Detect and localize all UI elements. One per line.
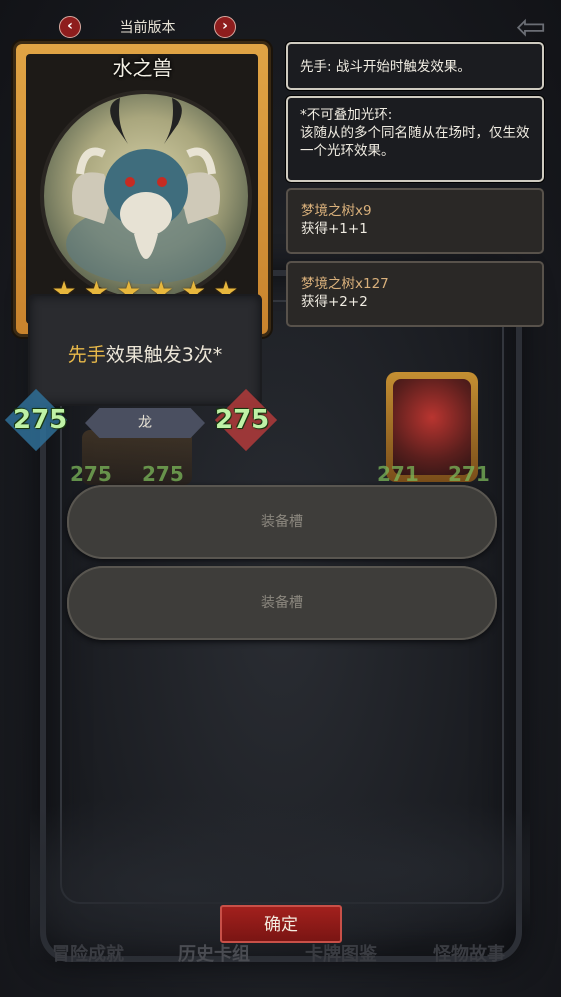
- tab-monster-stories[interactable]: 怪物故事: [433, 940, 505, 966]
- tribe-badge: 龙: [85, 408, 205, 438]
- tab-history-decks[interactable]: 历史卡组: [178, 940, 250, 966]
- version-title: 当前版本: [119, 20, 176, 36]
- aura-tooltip: *不可叠加光环: 该随从的多个同名随从在场时，仅生效一个光环效果。: [286, 96, 544, 182]
- clown-portrait: [393, 379, 471, 475]
- tree-bonus-name: 梦境之树x127: [301, 276, 389, 292]
- card-name: 水之兽: [112, 56, 173, 80]
- dragon-portrait: [40, 90, 252, 302]
- tree-bonus-effect: 获得+1+1: [301, 221, 368, 237]
- keyword-tooltip-text: 先手: 战斗开始时触发效果。: [300, 59, 471, 75]
- tree-bonus-item: 梦境之树x9 获得+1+1: [286, 188, 544, 254]
- attack-value: 275: [13, 405, 68, 435]
- tree-bonus-effect: 获得+2+2: [301, 294, 368, 310]
- aura-description: 该随从的多个同名随从在场时，仅生效一个光环效果。: [300, 125, 530, 159]
- equipment-slot-2[interactable]: 装备槽: [67, 566, 497, 640]
- tree-bonus-item: 梦境之树x127 获得+2+2: [286, 261, 544, 327]
- back-arrow-icon[interactable]: ⇦: [509, 10, 553, 46]
- background-card-right-attack: 271: [377, 462, 419, 486]
- effect-keyword[interactable]: 先手: [68, 344, 106, 366]
- confirm-button[interactable]: 确定: [220, 905, 342, 943]
- card-effect-text: 先手效果触发3次*: [30, 340, 260, 367]
- effect-description: 效果触发3次*: [105, 344, 223, 366]
- minion-card: 水之兽 ★ ★ ★ ★ ★ ★ 先手效果触发3次* 275 龙 275: [4, 38, 278, 452]
- equipment-slot-1[interactable]: 装备槽: [67, 485, 497, 559]
- tree-bonus-name: 梦境之树x9: [301, 203, 372, 219]
- dragon-illustration: [66, 98, 226, 284]
- chevron-right-icon[interactable]: ›: [214, 16, 236, 38]
- card-effect-box: 先手效果触发3次*: [28, 294, 262, 406]
- tab-card-collection[interactable]: 卡牌图鉴: [305, 940, 377, 966]
- background-card-left-attack: 275: [70, 462, 112, 486]
- keyword-tooltip: 先手: 战斗开始时触发效果。: [286, 42, 544, 90]
- bottom-tab-bar: 冒险成就 历史卡组 卡牌图鉴 怪物故事: [0, 940, 561, 970]
- tab-adventure-achievements[interactable]: 冒险成就: [52, 940, 124, 966]
- background-card-right-health: 271: [448, 462, 490, 486]
- aura-title: *不可叠加光环:: [300, 107, 393, 123]
- chevron-left-icon[interactable]: ‹: [59, 16, 81, 38]
- background-card-left-health: 275: [142, 462, 184, 486]
- health-value: 275: [215, 405, 270, 435]
- version-selector: ‹ 当前版本 ›: [55, 14, 240, 40]
